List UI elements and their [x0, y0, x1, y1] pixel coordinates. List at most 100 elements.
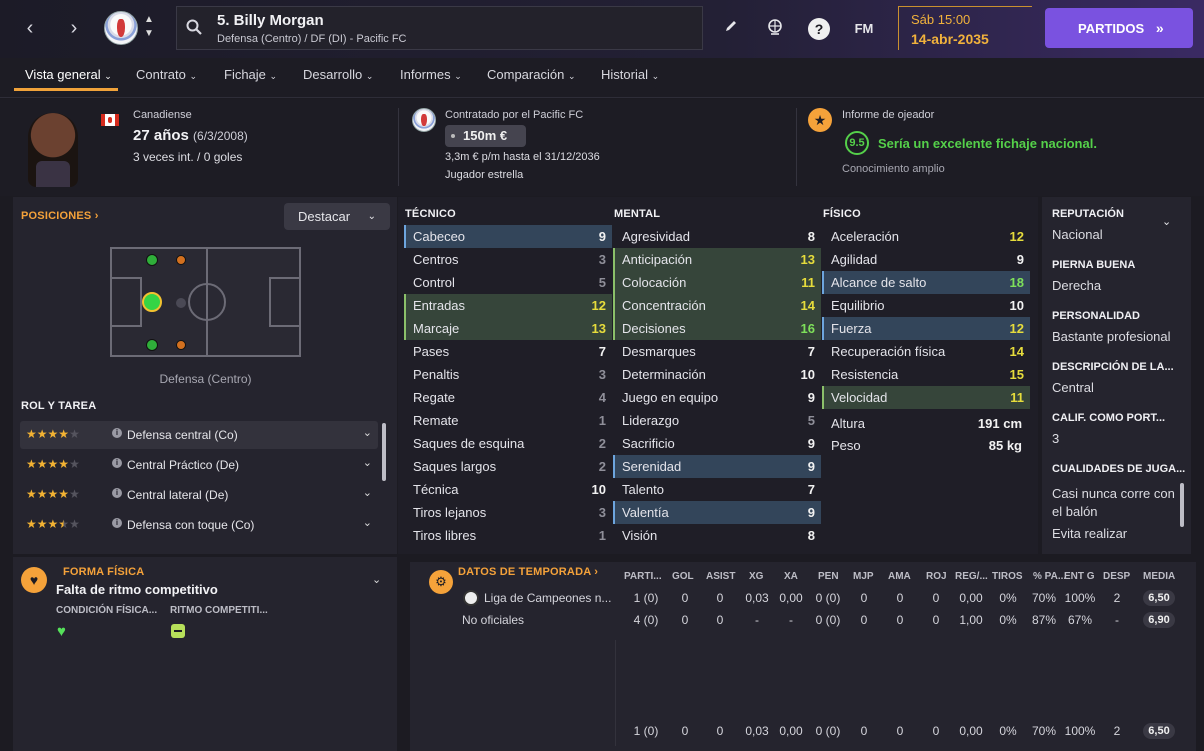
attribute-row[interactable]: Entradas 12	[404, 294, 612, 317]
attribute-row[interactable]: Liderazgo 5	[613, 409, 821, 432]
chevron-down-icon[interactable]: ⌄	[363, 456, 372, 469]
attribute-row[interactable]: Talento 7	[613, 478, 821, 501]
attribute-row[interactable]: Cabeceo 9	[404, 225, 612, 248]
attribute-row[interactable]: Juego en equipo 9	[613, 386, 821, 409]
tab-informes[interactable]: Informes ⌄	[400, 67, 462, 82]
stats-column-header[interactable]: % PA...	[1033, 571, 1066, 582]
stats-column-header[interactable]: XG	[749, 571, 763, 582]
chevron-down-icon[interactable]: ⌄	[363, 516, 372, 529]
attribute-row[interactable]: Pases 7	[404, 340, 612, 363]
attribute-row[interactable]: Control 5	[404, 271, 612, 294]
attribute-row[interactable]: Equilibrio 10	[822, 294, 1030, 317]
attribute-row[interactable]: Sacrificio 9	[613, 432, 821, 455]
attribute-row[interactable]: Remate 1	[404, 409, 612, 432]
attribute-row[interactable]: Desmarques 7	[613, 340, 821, 363]
attribute-row[interactable]: Concentración 14	[613, 294, 821, 317]
position-dot-mc-right[interactable]	[176, 340, 186, 350]
role-row[interactable]: ★★★★★ i Defensa central (Co) ⌄	[20, 421, 378, 449]
stats-column-header[interactable]: ROJ	[926, 571, 947, 582]
back-arrow-icon[interactable]: ‹	[20, 17, 40, 41]
player-avatar[interactable]	[28, 113, 78, 187]
club-crest-icon[interactable]	[412, 108, 436, 132]
attribute-row[interactable]: Decisiones 16	[613, 317, 821, 340]
club-crest-icon[interactable]	[104, 11, 138, 45]
attribute-row[interactable]: Tiros lejanos 3	[404, 501, 612, 524]
position-dot-dc-left[interactable]	[146, 254, 158, 266]
attribute-row[interactable]: Agilidad 9	[822, 248, 1030, 271]
attribute-row[interactable]: Alcance de salto 18	[822, 271, 1030, 294]
chevron-down-icon[interactable]: ⌄	[372, 573, 381, 586]
attribute-row[interactable]: Colocación 11	[613, 271, 821, 294]
attribute-row[interactable]: Agresividad 8	[613, 225, 821, 248]
stats-column-header[interactable]: GOL	[672, 571, 694, 582]
roles-scrollbar[interactable]	[382, 423, 386, 481]
attribute-row[interactable]: Saques largos 2	[404, 455, 612, 478]
stats-column-header[interactable]: ENT G	[1064, 571, 1095, 582]
stats-column-header[interactable]: TIROS	[992, 571, 1023, 582]
attribute-row[interactable]: Recuperación física 14	[822, 340, 1030, 363]
partidos-button[interactable]: PARTIDOS »	[1045, 8, 1193, 48]
info-icon[interactable]: i	[112, 458, 122, 468]
stats-column-header[interactable]: PEN	[818, 571, 839, 582]
tab-vista-general[interactable]: Vista general ⌄	[25, 67, 112, 82]
position-dot-dc-center[interactable]	[142, 292, 162, 312]
help-icon[interactable]: ?	[808, 18, 830, 40]
competition-name[interactable]: Liga de Campeones n...	[484, 591, 611, 605]
tab-fichaje[interactable]: Fichaje ⌄	[224, 67, 277, 82]
attribute-row[interactable]: Visión 8	[613, 524, 821, 547]
value-badge[interactable]: 150m €	[445, 125, 526, 147]
position-dot-mc-center[interactable]	[176, 298, 186, 308]
attribute-row[interactable]: Penaltis 3	[404, 363, 612, 386]
positions-title[interactable]: POSICIONES ›	[21, 210, 99, 222]
globe-icon[interactable]	[764, 18, 786, 40]
attribute-row[interactable]: Valentía 9	[613, 501, 821, 524]
stats-column-header[interactable]: AMA	[888, 571, 911, 582]
stats-column-header[interactable]: REG/...	[955, 571, 988, 582]
chevron-down-icon[interactable]: ⌄	[363, 426, 372, 439]
attribute-row[interactable]: Técnica 10	[404, 478, 612, 501]
attribute-row[interactable]: Anticipación 13	[613, 248, 821, 271]
info-icon[interactable]: i	[112, 518, 122, 528]
position-dot-mc-left[interactable]	[176, 255, 186, 265]
player-switch-chevrons-icon[interactable]: ▲ ▼	[144, 13, 154, 41]
attribute-row[interactable]: Serenidad 9	[613, 455, 821, 478]
date-box[interactable]: Sáb 15:00 14-abr-2035	[898, 6, 1032, 50]
forward-arrow-icon[interactable]: ›	[64, 17, 84, 41]
attribute-row[interactable]: Regate 4	[404, 386, 612, 409]
edit-pencil-icon[interactable]	[720, 18, 742, 40]
chevron-down-icon[interactable]: ⌄	[1162, 215, 1171, 228]
attribute-row[interactable]: Determinación 10	[613, 363, 821, 386]
stats-column-header[interactable]: XA	[784, 571, 798, 582]
attribute-row[interactable]: Velocidad 11	[822, 386, 1030, 409]
tab-comparacion[interactable]: Comparación ⌄	[487, 67, 576, 82]
traits-scrollbar[interactable]	[1180, 483, 1184, 527]
season-stats-title[interactable]: DATOS DE TEMPORADA ›	[458, 566, 598, 578]
stats-column-header[interactable]: MJP	[853, 571, 874, 582]
value-dot-icon	[451, 134, 455, 138]
attribute-row[interactable]: Tiros libres 1	[404, 524, 612, 547]
role-row[interactable]: ★★★★★ i Defensa con toque (Co) ⌄	[20, 511, 378, 539]
chevron-down-icon[interactable]: ⌄	[363, 486, 372, 499]
stats-column-header[interactable]: ASIST	[706, 571, 735, 582]
tab-contrato[interactable]: Contrato ⌄	[136, 67, 197, 82]
role-row[interactable]: ★★★★★ i Central Práctico (De) ⌄	[20, 451, 378, 479]
highlight-dropdown[interactable]: Destacar ⌄	[284, 203, 390, 230]
stats-column-header[interactable]: PARTI...	[624, 571, 662, 582]
attribute-row[interactable]: Centros 3	[404, 248, 612, 271]
attribute-row[interactable]: Saques de esquina 2	[404, 432, 612, 455]
info-icon[interactable]: i	[112, 488, 122, 498]
stats-column-header[interactable]: MEDIA	[1143, 571, 1175, 582]
position-dot-dc-right[interactable]	[146, 339, 158, 351]
attribute-row[interactable]: Marcaje 13	[404, 317, 612, 340]
stats-column-header[interactable]: DESP	[1103, 571, 1130, 582]
tab-historial[interactable]: Historial ⌄	[601, 67, 659, 82]
attribute-row[interactable]: Fuerza 12	[822, 317, 1030, 340]
attribute-row[interactable]: Resistencia 15	[822, 363, 1030, 386]
competition-name[interactable]: No oficiales	[462, 613, 524, 627]
role-row[interactable]: ★★★★★ i Central lateral (De) ⌄	[20, 481, 378, 509]
tab-desarrollo[interactable]: Desarrollo ⌄	[303, 67, 373, 82]
fm-logo[interactable]: FM	[850, 18, 878, 40]
info-icon[interactable]: i	[112, 428, 122, 438]
search-icon[interactable]	[186, 19, 202, 35]
attribute-row[interactable]: Aceleración 12	[822, 225, 1030, 248]
